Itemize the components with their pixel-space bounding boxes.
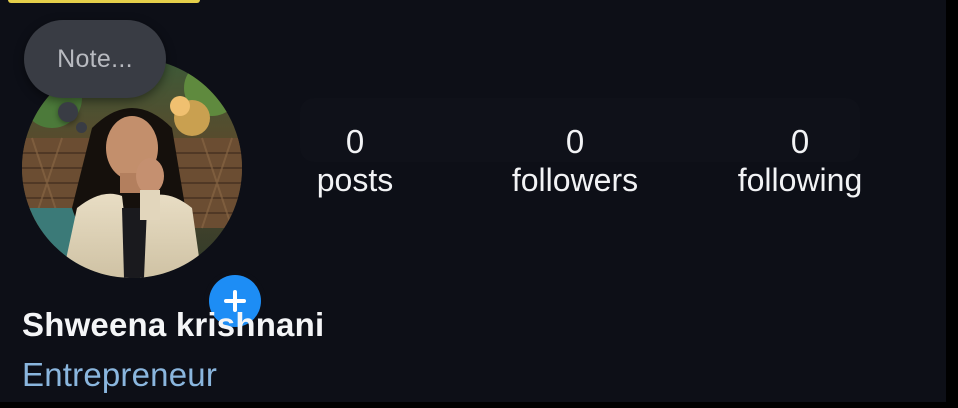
followers-label: followers (511, 162, 639, 198)
followers-count: 0 (565, 123, 585, 160)
stat-posts[interactable]: 0 posts (290, 122, 420, 200)
posts-count: 0 (345, 123, 365, 160)
note-placeholder: Note... (57, 44, 133, 73)
note-bubble-tail-small (76, 122, 87, 133)
following-label: following (737, 162, 863, 198)
profile-name: Shweena krishnani (22, 306, 325, 343)
profile-category: Entrepreneur (22, 356, 218, 393)
bottom-edge-bar (0, 402, 958, 408)
note-bubble[interactable]: Note... (24, 20, 166, 98)
posts-label: posts (316, 162, 394, 198)
following-count: 0 (790, 123, 810, 160)
stat-followers[interactable]: 0 followers (490, 122, 660, 200)
stat-following[interactable]: 0 following (715, 122, 885, 200)
right-edge-bar (946, 0, 958, 408)
note-bubble-tail-large (58, 102, 78, 122)
top-highlight-strip (8, 0, 200, 3)
